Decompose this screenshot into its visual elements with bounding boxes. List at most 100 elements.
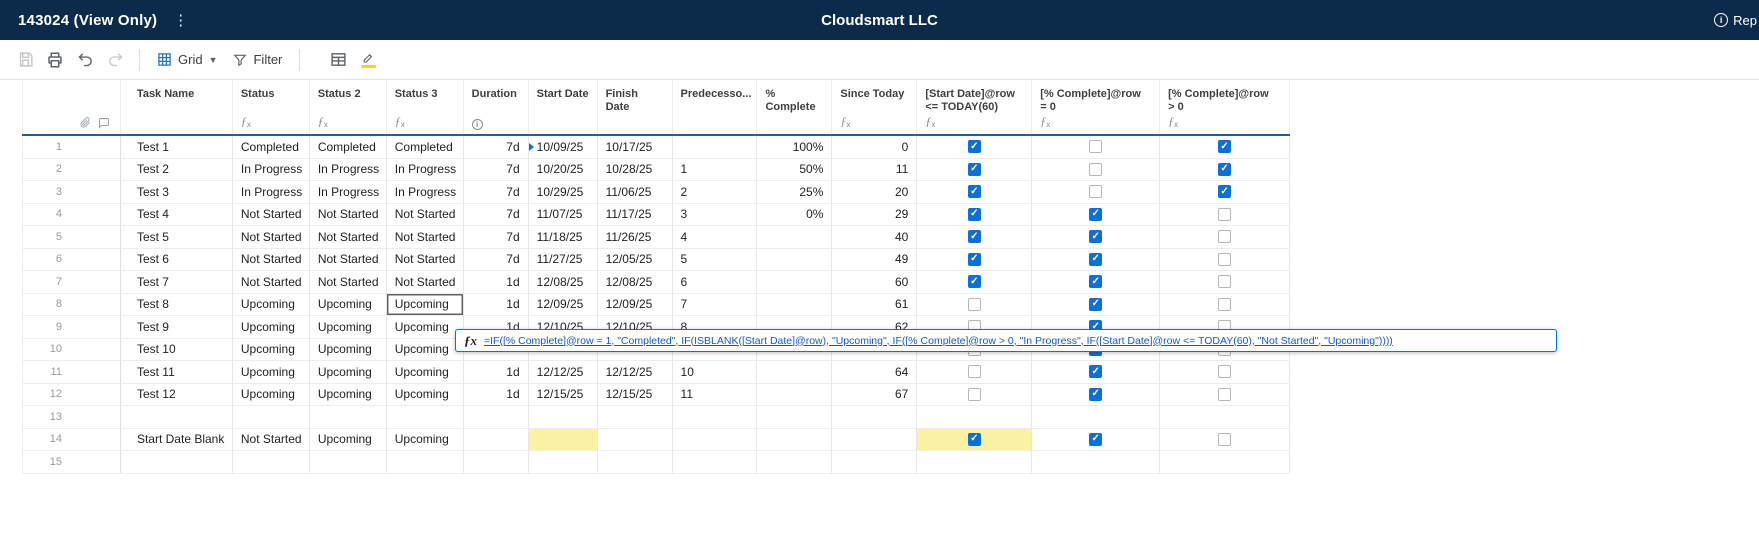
cell-dur[interactable]: 1d (464, 361, 529, 383)
cell-dur[interactable]: 7d (464, 226, 529, 248)
cell-pct-complete-gt-0[interactable] (1160, 428, 1291, 450)
cell-pct-complete-eq-0[interactable] (1032, 203, 1161, 225)
cell-start-date-within-60[interactable] (917, 428, 1033, 450)
cell-status2[interactable] (310, 451, 387, 473)
cell-since[interactable]: 29 (832, 203, 918, 225)
cell-start-date-within-60[interactable] (917, 158, 1033, 180)
cell-since[interactable] (832, 428, 918, 450)
cell-pct-complete-gt-0[interactable] (1160, 248, 1291, 270)
cell-since[interactable]: 11 (832, 158, 918, 180)
cell-status3[interactable] (387, 406, 464, 428)
cell-start-date-within-60[interactable] (917, 226, 1033, 248)
cell-start[interactable] (529, 406, 598, 428)
cell-start[interactable]: 10/29/25 (529, 181, 598, 203)
cell-pct[interactable] (757, 406, 833, 428)
cell-status[interactable]: Upcoming (233, 383, 310, 405)
formula-text[interactable]: =IF([% Complete]@row = 1, "Completed", I… (484, 335, 1393, 347)
row-number[interactable]: 4 (23, 203, 121, 225)
cell-status3[interactable]: Not Started (387, 271, 464, 293)
cell-pct-complete-eq-0[interactable] (1032, 293, 1161, 315)
row-number[interactable]: 3 (23, 181, 121, 203)
cell-task[interactable]: Test 11 (121, 361, 233, 383)
cell-pred[interactable]: 11 (673, 383, 758, 405)
row-number-header[interactable] (23, 80, 121, 134)
cell-pct-complete-eq-0[interactable] (1032, 383, 1161, 405)
cell-status3[interactable]: Upcoming (387, 338, 464, 360)
cell-start-date-within-60[interactable] (917, 406, 1033, 428)
cell-finish[interactable]: 11/26/25 (598, 226, 673, 248)
cell-task[interactable] (121, 406, 233, 428)
cell-status[interactable]: Upcoming (233, 316, 310, 338)
cell-status3[interactable]: In Progress (387, 158, 464, 180)
cell-status[interactable]: Not Started (233, 248, 310, 270)
column-header-start-date[interactable]: Start Date (529, 80, 598, 134)
cell-start[interactable]: 10/09/25 (528, 136, 598, 158)
cell-status[interactable]: Completed (233, 136, 310, 158)
cell-task[interactable]: Test 1 (121, 136, 233, 158)
cell-dur[interactable]: 1d (464, 383, 529, 405)
cell-dur[interactable]: 7d (464, 181, 529, 203)
cell-dur[interactable] (464, 428, 529, 450)
cell-status[interactable]: In Progress (233, 158, 310, 180)
save-button[interactable] (10, 45, 40, 75)
cell-task[interactable]: Test 10 (121, 338, 233, 360)
cell-dur[interactable]: 1d (464, 271, 529, 293)
cell-dur[interactable]: 7d (464, 136, 529, 158)
cell-task[interactable] (121, 451, 233, 473)
cell-pct[interactable] (757, 271, 833, 293)
cell-pct-complete-eq-0[interactable] (1032, 248, 1161, 270)
cell-pct-complete-eq-0[interactable] (1032, 271, 1161, 293)
cell-pred[interactable]: 1 (673, 158, 758, 180)
cell-start[interactable]: 11/07/25 (529, 203, 598, 225)
cell-pct-complete-gt-0[interactable] (1160, 226, 1291, 248)
row-number[interactable]: 7 (23, 271, 121, 293)
cell-pred[interactable] (673, 136, 758, 158)
view-selector-grid[interactable]: Grid ▼ (149, 45, 225, 75)
cell-pct[interactable] (757, 293, 833, 315)
cell-finish[interactable]: 10/17/25 (598, 136, 673, 158)
cell-dur[interactable] (464, 451, 529, 473)
cell-status2[interactable]: Not Started (310, 248, 387, 270)
cell-status[interactable]: Not Started (233, 271, 310, 293)
redo-button[interactable] (100, 45, 130, 75)
cell-pred[interactable] (673, 428, 758, 450)
cell-since[interactable]: 0 (832, 136, 918, 158)
cell-pct-complete-gt-0[interactable] (1160, 361, 1291, 383)
cell-status3[interactable]: Not Started (387, 248, 464, 270)
cell-start-date-within-60[interactable] (917, 293, 1033, 315)
cell-pct[interactable] (757, 451, 833, 473)
cell-start-date-within-60[interactable] (917, 203, 1033, 225)
row-number[interactable]: 8 (23, 293, 121, 315)
cell-status2[interactable]: Not Started (310, 226, 387, 248)
cell-start-date-within-60[interactable] (917, 271, 1033, 293)
cell-pct[interactable] (757, 248, 833, 270)
cell-pred[interactable]: 10 (673, 361, 758, 383)
cell-start[interactable]: 10/20/25 (529, 158, 598, 180)
sheet-summary-button[interactable] (323, 45, 353, 75)
row-number[interactable]: 15 (23, 451, 121, 473)
cell-since[interactable]: 20 (832, 181, 918, 203)
cell-status[interactable]: Not Started (233, 428, 310, 450)
cell-pct-complete-eq-0[interactable] (1032, 406, 1161, 428)
cell-finish[interactable]: 12/15/25 (598, 383, 673, 405)
print-button[interactable] (40, 45, 70, 75)
cell-pct-complete-gt-0[interactable] (1160, 406, 1291, 428)
cell-since[interactable]: 64 (832, 361, 918, 383)
cell-task[interactable]: Test 2 (121, 158, 233, 180)
cell-start[interactable]: 11/27/25 (529, 248, 598, 270)
cell-pct[interactable] (757, 428, 833, 450)
row-number[interactable]: 11 (23, 361, 121, 383)
kebab-menu-icon[interactable]: ⋮ (169, 11, 192, 29)
cell-pct-complete-gt-0[interactable] (1160, 181, 1291, 203)
cell-status[interactable] (233, 451, 310, 473)
cell-status2[interactable]: Upcoming (310, 293, 387, 315)
cell-since[interactable]: 49 (832, 248, 918, 270)
cell-status2[interactable] (310, 406, 387, 428)
cell-task[interactable]: Test 12 (121, 383, 233, 405)
cell-start[interactable] (529, 451, 598, 473)
column-header-predecesso[interactable]: Predecesso... (673, 80, 758, 134)
cell-status3[interactable]: Not Started (387, 203, 464, 225)
cell-pred[interactable]: 3 (673, 203, 758, 225)
cell-status[interactable]: Not Started (233, 226, 310, 248)
cell-pct-complete-gt-0[interactable] (1160, 203, 1291, 225)
